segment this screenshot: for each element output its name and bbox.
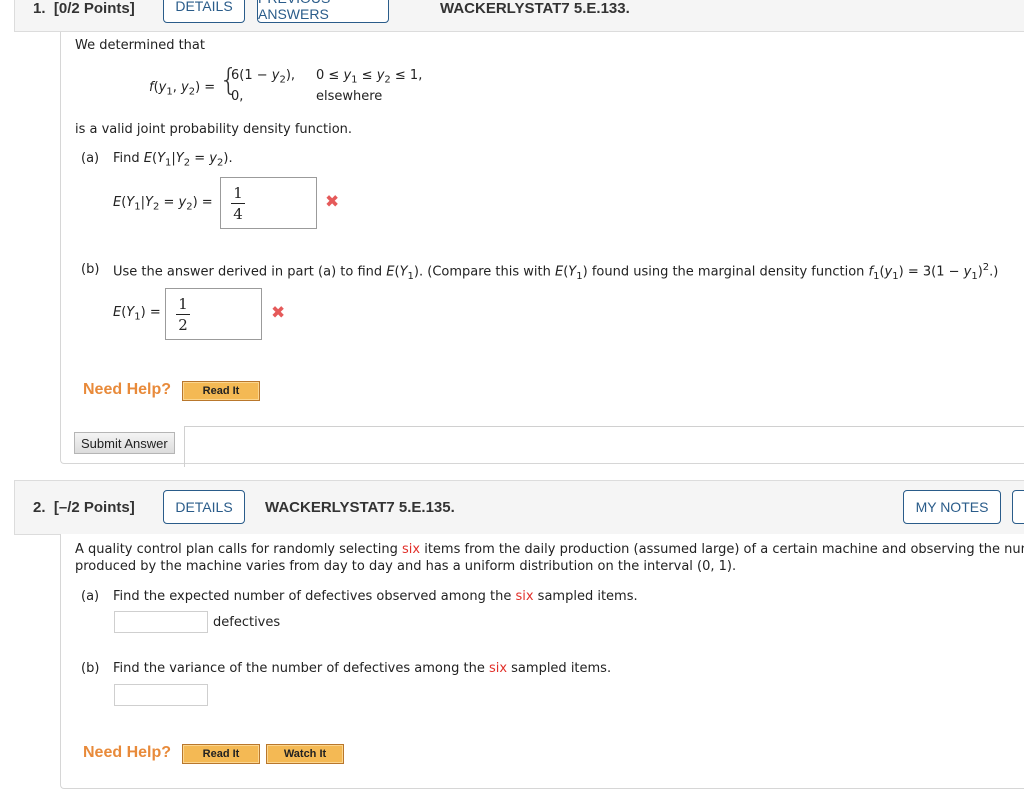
question-number: 2. (33, 499, 46, 516)
question-2-intro-line-2: produced by the machine varies from day … (75, 559, 737, 574)
details-button-label: DETAILS (175, 499, 233, 515)
part-b-prompt: Find the variance of the number of defec… (113, 661, 611, 676)
denominator: 4 (233, 205, 243, 223)
part-a-answer-field[interactable]: 1 4 (220, 177, 317, 229)
prompt-text: Find the variance of the number of defec… (113, 661, 489, 676)
part-a-prompt: Find E(Y1|Y2 = y2). (113, 151, 233, 169)
submission-feedback-area (184, 426, 1024, 467)
practice-another-button[interactable] (1012, 490, 1024, 524)
details-button[interactable]: DETAILS (163, 490, 245, 524)
submit-answer-label: Submit Answer (81, 435, 168, 451)
fraction-bar (231, 203, 245, 204)
fraction-bar (176, 314, 190, 315)
details-button-label: DETAILS (175, 0, 233, 14)
intro-text: We determined that (75, 38, 205, 53)
question-2-body: A quality control plan calls for randoml… (60, 534, 1024, 789)
need-help-label: Need Help? (83, 744, 172, 761)
read-it-label: Read It (202, 385, 240, 397)
part-b-label: (b) (81, 262, 100, 277)
highlighted-number: six (515, 589, 534, 604)
x-mark-icon: ✖ (325, 192, 340, 212)
read-it-button[interactable]: Read It (182, 744, 260, 764)
defectives-unit-label: defectives (213, 615, 281, 630)
question-1-code: WACKERLYSTAT7 5.E.133. (440, 0, 630, 17)
numerator: 1 (178, 295, 188, 313)
points-label: [0/2 Points] (53, 0, 135, 17)
highlighted-number: six (488, 661, 508, 676)
question-1-header: 1. [0/2 Points] DETAILS PREVIOUS ANSWERS… (14, 0, 1024, 32)
question-2-header: 2. [–/2 Points] DETAILS WACKERLYSTAT7 5.… (14, 480, 1024, 535)
part-a-label: (a) (81, 151, 100, 166)
statement-text: is a valid joint probability density fun… (75, 122, 353, 137)
part-b-prompt: Use the answer derived in part (a) to fi… (113, 262, 999, 282)
pdf-case-2-cond: elsewhere (316, 89, 383, 104)
need-help-label: Need Help? (83, 381, 172, 398)
pdf-case-2-expr: 0, (231, 89, 244, 104)
prompt-text: sampled items. (507, 661, 612, 676)
watch-it-label: Watch It (283, 748, 327, 760)
part-a-answer-fraction: 1 4 (231, 184, 245, 223)
question-1-points: 1. [0/2 Points] (33, 0, 135, 17)
variance-defectives-input[interactable] (114, 684, 208, 706)
intro-text: items from the daily production (assumed… (420, 542, 1024, 557)
watch-it-button[interactable]: Watch It (266, 744, 344, 764)
question-2-code: WACKERLYSTAT7 5.E.135. (265, 499, 455, 516)
my-notes-label: MY NOTES (915, 499, 989, 515)
my-notes-button[interactable]: MY NOTES (903, 490, 1001, 524)
pdf-case-1-cond: 0 ≤ y1 ≤ y2 ≤ 1, (316, 68, 423, 86)
intro-text: A quality control plan calls for randoml… (75, 542, 402, 557)
part-b-label: (b) (81, 661, 100, 676)
x-mark-icon: ✖ (271, 303, 286, 323)
submit-answer-button[interactable]: Submit Answer (74, 432, 175, 454)
expected-defectives-input[interactable] (114, 611, 208, 633)
denominator: 2 (178, 316, 188, 334)
part-a-answer-label: E(Y1|Y2 = y2) = (113, 195, 213, 213)
part-a-prompt: Find the expected number of defectives o… (113, 589, 638, 604)
pdf-case-1-expr: 6(1 − y2), (231, 68, 296, 86)
read-it-label: Read It (202, 748, 240, 760)
points-label: [–/2 Points] (53, 499, 135, 516)
previous-answers-button[interactable]: PREVIOUS ANSWERS (257, 0, 389, 23)
details-button[interactable]: DETAILS (163, 0, 245, 23)
part-a-label: (a) (81, 589, 100, 604)
question-1-body: We determined that f(y1, y2) = { 6(1 − y… (60, 32, 1024, 467)
pdf-lhs: f(y1, y2) = (149, 80, 216, 98)
question-2-intro-line-1: A quality control plan calls for randoml… (75, 542, 1024, 557)
part-b-answer-fraction: 1 2 (176, 295, 190, 334)
question-number: 1. (33, 0, 46, 17)
question-2-points: 2. [–/2 Points] (33, 499, 135, 516)
part-b-answer-label: E(Y1) = (113, 305, 161, 323)
numerator: 1 (233, 184, 243, 202)
part-b-answer-field[interactable]: 1 2 (165, 288, 262, 340)
previous-answers-label: PREVIOUS ANSWERS (258, 0, 330, 22)
prompt-text: Find the expected number of defectives o… (113, 589, 516, 604)
read-it-button[interactable]: Read It (182, 381, 260, 401)
highlighted-number: six (402, 542, 421, 557)
prompt-text: sampled items. (533, 589, 638, 604)
